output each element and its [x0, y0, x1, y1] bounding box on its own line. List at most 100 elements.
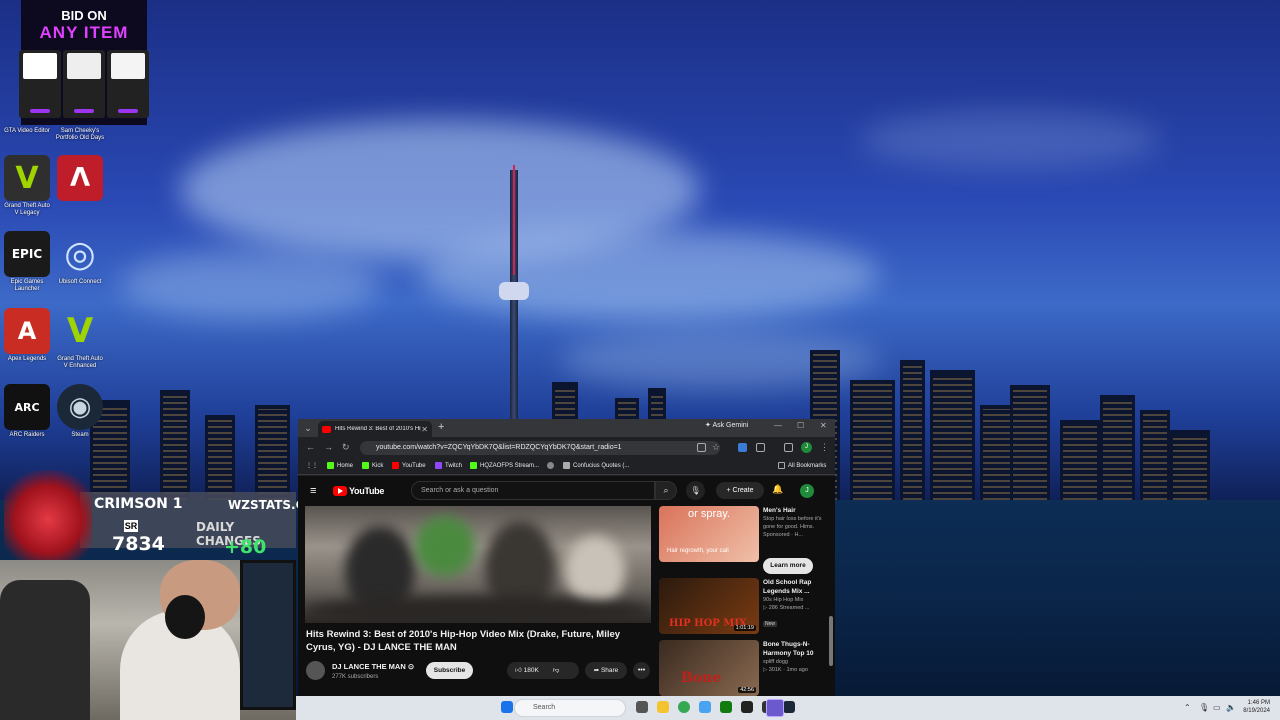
share-button[interactable]: ➦ Share: [585, 662, 627, 679]
hamburger-menu-icon[interactable]: ≡: [310, 485, 316, 497]
kick-favicon-icon: [470, 462, 477, 469]
channel-avatar[interactable]: [306, 661, 325, 680]
extensions-puzzle-icon[interactable]: [756, 443, 765, 452]
recommendation-info: Bone Thugs-N-Harmony Top 10 spliff dogg …: [763, 640, 825, 674]
app-icon[interactable]: [699, 701, 711, 713]
ask-gemini-button[interactable]: ✦ Ask Gemini: [705, 421, 748, 429]
youtube-favicon-icon: [392, 462, 399, 469]
browser-toolbar: ← → ↻ youtube.com/watch?v=ZQCYqYbDK7Q&li…: [298, 438, 835, 458]
apps-grid-icon[interactable]: ⋮⋮: [306, 462, 318, 469]
apex-legends-icon: A: [4, 308, 50, 354]
video-thumbnail[interactable]: HIP HOP MIX 1:01:19: [659, 578, 759, 634]
bookmark-twitch[interactable]: Twitch: [435, 462, 462, 469]
steam-taskbar-icon[interactable]: [783, 701, 795, 713]
bookmark-kick[interactable]: Kick: [362, 462, 383, 469]
ubisoft-icon: ◎: [64, 233, 96, 275]
steam-icon: ◉: [57, 384, 103, 430]
close-window-icon[interactable]: ✕: [820, 421, 827, 430]
bookmark-star-icon[interactable]: ☆: [712, 442, 720, 453]
recommendation-stats: ▷ 286 Streamed ...: [763, 605, 810, 611]
kebab-menu-icon[interactable]: ⋮: [820, 442, 829, 453]
desktop-icon-gta-legacy[interactable]: V Grand Theft Auto V Legacy: [2, 155, 52, 217]
reload-icon[interactable]: ↻: [342, 442, 350, 453]
clock[interactable]: 1:46 PM 8/19/2024: [1243, 699, 1270, 715]
back-icon[interactable]: ←: [306, 442, 315, 452]
clock-date: 8/19/2024: [1243, 708, 1270, 714]
subscribe-button[interactable]: Subscribe: [426, 662, 473, 679]
desktop-icon-apex-legends[interactable]: A Apex Legends: [2, 308, 52, 363]
recommendation-item[interactable]: Bone 42:56 Bone Thugs-N-Harmony Top 10 s…: [658, 640, 828, 696]
desktop-icon-steam[interactable]: ◉ Steam: [55, 384, 105, 439]
active-app-icon[interactable]: [766, 699, 784, 717]
arc-raiders-icon: ARC: [4, 384, 50, 430]
start-windows-icon[interactable]: [501, 701, 513, 713]
tray-overflow-icon[interactable]: ⌃: [1184, 703, 1191, 712]
install-app-icon[interactable]: [697, 443, 706, 452]
search-icon[interactable]: ⌕: [655, 481, 677, 500]
bookmark-label: Home: [337, 462, 354, 469]
chrome-icon[interactable]: [678, 701, 690, 713]
recommendation-info: Men's Hair Stop hair loss before it's go…: [763, 506, 825, 539]
youtube-logo[interactable]: YouTube: [333, 486, 384, 496]
like-button[interactable]: 👍︎ 180K 👎︎: [507, 662, 579, 679]
youtube-play-icon: [333, 486, 347, 496]
learn-more-button[interactable]: Learn more: [763, 558, 813, 574]
tab-close-icon[interactable]: ✕: [421, 425, 428, 434]
recommendation-sponsor: Sponsored · H...: [763, 532, 804, 538]
volume-icon[interactable]: 🔈: [1226, 703, 1236, 712]
desktop-icon-epic-games[interactable]: EPIC Epic Games Launcher: [2, 231, 52, 293]
microphone-tray-icon[interactable]: 🎙: [1199, 703, 1209, 712]
bookmark-stream[interactable]: HQZAOFPS Stream...: [470, 462, 539, 469]
desktop-icon-app-red[interactable]: Λ: [55, 155, 105, 201]
video-player[interactable]: [305, 506, 651, 623]
subscriber-count: 277K subscribers: [332, 674, 379, 680]
address-bar[interactable]: youtube.com/watch?v=ZQCYqYbDK7Q&list=RDZ…: [360, 441, 720, 455]
profile-avatar[interactable]: J: [801, 442, 812, 453]
notifications-bell-icon[interactable]: 🔔: [772, 484, 783, 495]
bookmarks-bar: ⋮⋮ Home Kick YouTube Twitch HQZAOFPS Str…: [298, 459, 835, 475]
taskbar-search-input[interactable]: Search: [514, 699, 626, 717]
thumbnail-subtext: Hair regrowth, your call: [667, 548, 729, 554]
youtube-search-input[interactable]: Search or ask a question: [411, 481, 655, 500]
bookmark-home[interactable]: Home: [327, 462, 353, 469]
channel-name[interactable]: DJ LANCE THE MAN ⊙: [332, 662, 414, 671]
maximize-icon[interactable]: ☐: [797, 421, 804, 430]
network-icon[interactable]: ▭: [1213, 703, 1221, 712]
desktop-icon-arc-raiders[interactable]: ARC ARC Raiders: [2, 384, 52, 439]
desktop-icon-gta-enhanced[interactable]: V Grand Theft Auto V Enhanced: [55, 308, 105, 370]
youtube-avatar[interactable]: J: [800, 484, 814, 498]
obs-icon[interactable]: [741, 701, 753, 713]
more-actions-icon[interactable]: •••: [633, 662, 650, 679]
recommendation-title: Men's Hair: [763, 507, 796, 514]
scrollbar[interactable]: [829, 616, 833, 666]
twitch-favicon-icon: [435, 462, 442, 469]
tab-search-icon[interactable]: ⌄: [302, 422, 314, 434]
minimize-icon[interactable]: —: [774, 421, 782, 430]
task-view-icon[interactable]: [636, 701, 648, 713]
bookmark-confucius[interactable]: Confucius Quotes (...: [563, 462, 629, 469]
browser-tab[interactable]: Hits Rewind 3: Best of 2010's Hip-Hop ✕: [318, 421, 432, 437]
auction-ad-overlay[interactable]: BID ON ANY ITEM: [19, 0, 149, 125]
bookmark-link[interactable]: [547, 462, 557, 469]
create-button[interactable]: + Create: [716, 482, 764, 499]
desktop-icon-label: GTA Video Editor: [4, 128, 50, 134]
xbox-icon[interactable]: [720, 701, 732, 713]
new-tab-button[interactable]: +: [438, 421, 444, 433]
gta-v-icon: V: [4, 155, 50, 201]
webcam-feed: [0, 560, 296, 720]
recommendation-item[interactable]: HIP HOP MIX 1:01:19 Old School Rap Legen…: [658, 578, 828, 634]
forward-icon[interactable]: →: [324, 442, 333, 452]
windows-taskbar: Search ⌃ 🎙 ▭ 🔈 1:46 PM 8/19/2024: [296, 696, 1280, 720]
desktop-icon-ubisoft[interactable]: ◎ Ubisoft Connect: [55, 231, 105, 286]
thumbs-down-icon[interactable]: 👎︎: [553, 667, 560, 674]
all-bookmarks-folder[interactable]: All Bookmarks: [778, 462, 826, 469]
recommendation-title: Bone Thugs-N-Harmony Top 10: [763, 641, 814, 657]
bookmark-youtube[interactable]: YouTube: [392, 462, 426, 469]
sponsored-recommendation[interactable]: or spray. Hair regrowth, your call Men's…: [658, 506, 828, 574]
file-explorer-icon[interactable]: [657, 701, 669, 713]
video-thumbnail[interactable]: or spray. Hair regrowth, your call: [659, 506, 759, 562]
video-thumbnail[interactable]: Bone 42:56: [659, 640, 759, 696]
extension-icon[interactable]: [738, 443, 747, 452]
media-controls-icon[interactable]: [784, 443, 793, 452]
microphone-icon[interactable]: 🎙: [686, 481, 705, 500]
